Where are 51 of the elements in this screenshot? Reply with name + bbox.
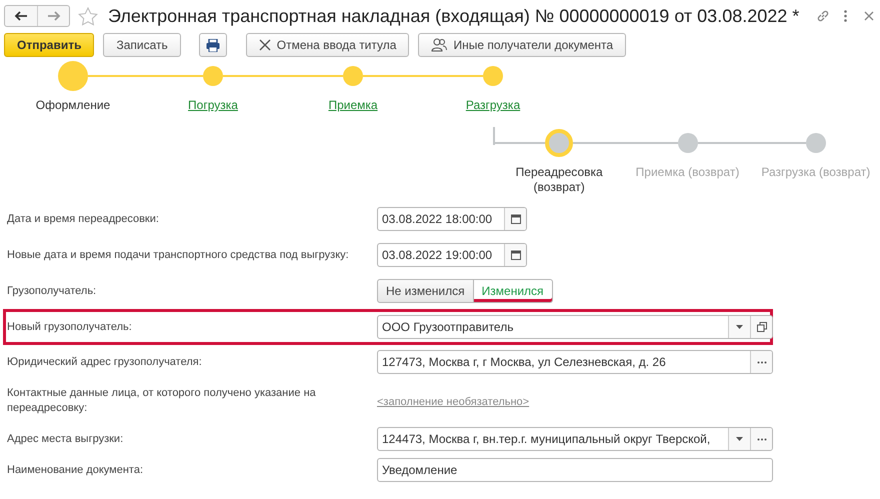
printer-icon (206, 38, 220, 52)
field-label: Дата и время переадресовки: (7, 212, 160, 226)
calendar-button[interactable] (504, 208, 526, 230)
back-arrow-icon (14, 11, 28, 21)
close-icon (864, 11, 874, 21)
input-field[interactable]: Уведомление (377, 458, 773, 482)
toolbar-button[interactable]: Отправить (4, 33, 94, 57)
field-label: Новые дата и время подачи транспортного средства под выгрузку: (7, 248, 350, 262)
open-window-icon (756, 322, 766, 332)
field-label: Грузополучатель: (7, 284, 98, 298)
date-field[interactable]: 03.08.2022 18:00:00 (377, 207, 527, 231)
dropdown-button[interactable] (728, 428, 750, 450)
step-link[interactable]: Погрузка (188, 98, 238, 113)
print-button[interactable] (198, 33, 227, 57)
kebab-menu-icon (844, 10, 848, 22)
branch-line (493, 127, 495, 145)
close-icon (258, 39, 271, 51)
date-field[interactable]: 03.08.2022 19:00:00 (377, 243, 527, 267)
field-label: Наименование документа: (7, 462, 144, 478)
field-label: Юридический адрес грузополучателя: (7, 354, 203, 370)
open-button[interactable] (750, 316, 772, 338)
window-title: Электронная транспортная накладная (входящая) № 00000000019 от 03.08.2022 * (108, 6, 800, 26)
ellipsis-icon (756, 438, 766, 440)
star-icon (78, 6, 98, 26)
step-label[interactable]: Переадресовка (возврат) (495, 165, 624, 195)
link-icon (816, 9, 830, 23)
dropdown-icon (736, 325, 743, 329)
people-icon (431, 38, 448, 52)
calendar-icon (510, 250, 520, 260)
dropdown-button[interactable] (728, 316, 750, 338)
calendar-icon (510, 214, 520, 224)
toolbar-button[interactable]: Иные получатели документа (418, 33, 626, 57)
step-label[interactable]: Оформление (36, 98, 110, 113)
optional-link[interactable]: <заполнение необязательно> (377, 396, 530, 408)
step-link[interactable]: Приемка (328, 98, 378, 113)
toggle-option[interactable]: Не изменился (377, 279, 474, 303)
ellipsis-icon (756, 360, 766, 364)
forward-arrow-icon (46, 11, 60, 21)
dropdown-icon (736, 437, 743, 441)
calendar-button[interactable] (504, 244, 526, 266)
toggle-option[interactable]: Изменился (474, 279, 553, 303)
select-field[interactable]: 124473, Москва г, вн.тер.г. муниципальный округ Тверской, (377, 427, 773, 451)
select-field[interactable]: ООО Грузоотправитель (377, 315, 773, 339)
toolbar-button[interactable]: Отмена ввода титула (246, 33, 410, 57)
field-label: Адрес места выгрузки: (7, 432, 124, 446)
field-label: Новый грузополучатель: (7, 320, 133, 334)
toolbar-button[interactable]: Записать (103, 33, 181, 57)
input-field[interactable]: 127473, Москва г, г Москва, ул Селезневская, д. 26 (377, 350, 773, 374)
step-link[interactable]: Разгрузка (466, 98, 520, 113)
connector-line (495, 142, 546, 144)
field-label: Контактные данные лица, от которого получено указание на переадресовку: (7, 386, 317, 416)
